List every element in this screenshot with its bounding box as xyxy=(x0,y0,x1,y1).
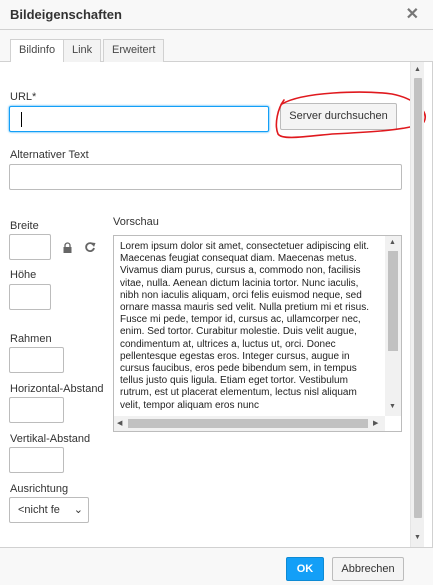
url-input[interactable] xyxy=(9,106,269,132)
align-select[interactable]: <nicht fe ⌄ xyxy=(9,497,89,523)
border-label: Rahmen xyxy=(10,333,52,345)
reset-icon[interactable] xyxy=(84,241,96,253)
dialog-titlebar: Bildeigenschaften ✕ xyxy=(0,0,433,30)
alt-text-label: Alternativer Text xyxy=(10,149,89,161)
lock-icon[interactable] xyxy=(62,242,73,253)
width-label: Breite xyxy=(10,220,39,232)
align-label: Ausrichtung xyxy=(10,483,69,495)
tab-bar: Bildinfo Link Erweitert xyxy=(0,30,433,63)
preview-text: Lorem ipsum dolor sit amet, consectetuer… xyxy=(120,241,370,411)
scroll-down-icon[interactable]: ▼ xyxy=(389,403,396,410)
tab-erweitert[interactable]: Erweitert xyxy=(103,39,165,63)
dialog-scroll-down-icon[interactable]: ▼ xyxy=(414,534,421,541)
dialog-vertical-scrollbar[interactable]: ▲ ▼ xyxy=(410,62,424,547)
align-select-value: <nicht fe xyxy=(18,504,60,516)
ok-button[interactable]: OK xyxy=(286,557,324,581)
tab-link[interactable]: Link xyxy=(63,39,102,63)
width-input[interactable] xyxy=(9,234,51,260)
height-label: Höhe xyxy=(10,269,37,281)
vspace-label: Vertikal-Abstand xyxy=(10,433,91,445)
scroll-left-icon[interactable]: ◀ xyxy=(117,419,122,427)
chevron-down-icon: ⌄ xyxy=(73,504,83,516)
image-properties-dialog: Bildeigenschaften ✕ Bildinfo Link Erweit… xyxy=(0,0,433,585)
border-input[interactable] xyxy=(9,347,64,373)
dialog-scroll-up-icon[interactable]: ▲ xyxy=(414,66,421,73)
scroll-up-icon[interactable]: ▲ xyxy=(389,239,396,246)
text-caret xyxy=(21,112,22,127)
hspace-label: Horizontal-Abstand xyxy=(10,383,104,395)
alt-text-input[interactable] xyxy=(9,164,402,190)
close-icon[interactable]: ✕ xyxy=(406,4,419,24)
scroll-right-icon[interactable]: ▶ xyxy=(373,419,378,427)
dialog-title: Bildeigenschaften xyxy=(10,7,122,22)
dialog-footer: OK Abbrechen xyxy=(0,547,433,585)
tab-bildinfo[interactable]: Bildinfo xyxy=(10,39,65,63)
url-label: URL* xyxy=(10,91,37,103)
annotation-scribble xyxy=(275,91,426,139)
preview-label: Vorschau xyxy=(113,216,159,228)
preview-horizontal-scroll-thumb[interactable] xyxy=(128,419,368,428)
preview-vertical-scrollbar[interactable]: ▲ ▼ xyxy=(385,236,401,416)
preview-horizontal-scrollbar[interactable]: ◀ ▶ xyxy=(114,416,385,431)
vspace-input[interactable] xyxy=(9,447,64,473)
cancel-button[interactable]: Abbrechen xyxy=(332,557,404,581)
dialog-scroll-thumb[interactable] xyxy=(414,78,422,518)
preview-vertical-scroll-thumb[interactable] xyxy=(388,251,398,351)
height-input[interactable] xyxy=(9,284,51,310)
preview-box: Lorem ipsum dolor sit amet, consectetuer… xyxy=(113,235,402,432)
hspace-input[interactable] xyxy=(9,397,64,423)
